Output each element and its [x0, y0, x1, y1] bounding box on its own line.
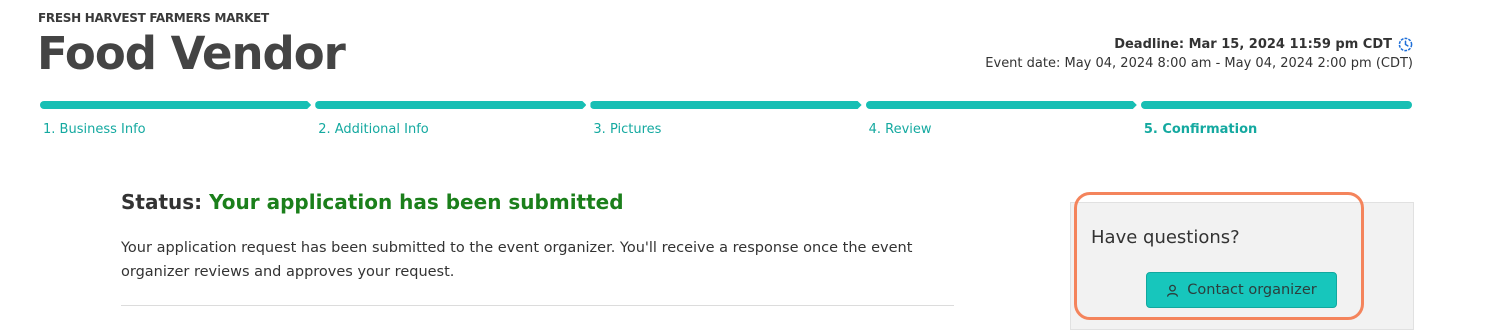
step-label: 5. Confirmation [1143, 122, 1258, 137]
clock-icon [1398, 37, 1413, 52]
status-value: Your application has been submitted [209, 190, 624, 214]
status-heading: Status: Your application has been submit… [121, 190, 624, 214]
application-page: FRESH HARVEST FARMERS MARKET Food Vendor… [0, 0, 1498, 330]
step-review[interactable]: 4. Review [866, 101, 1137, 141]
step-label: 1. Business Info [43, 122, 146, 137]
help-title: Have questions? [1091, 227, 1240, 248]
deadline-row: Deadline: Mar 15, 2024 11:59 pm CDT [985, 34, 1413, 54]
status-prefix: Status: [121, 190, 203, 214]
step-label: 4. Review [868, 122, 932, 137]
step-progress-bar [590, 101, 861, 109]
deadline-text: Deadline: Mar 15, 2024 11:59 pm CDT [1114, 36, 1392, 52]
step-label: 2. Additional Info [318, 122, 429, 137]
contact-organizer-label: Contact organizer [1187, 282, 1317, 298]
divider [121, 305, 954, 306]
event-dates: Deadline: Mar 15, 2024 11:59 pm CDT Even… [985, 34, 1413, 74]
step-additional-info[interactable]: 2. Additional Info [315, 101, 586, 141]
step-pictures[interactable]: 3. Pictures [590, 101, 861, 141]
step-confirmation[interactable]: 5. Confirmation [1140, 101, 1413, 141]
step-progress-bar [866, 101, 1137, 109]
organization-name: FRESH HARVEST FARMERS MARKET [38, 11, 269, 25]
progress-steps: 1. Business Info 2. Additional Info 3. P… [40, 101, 1413, 141]
step-business-info[interactable]: 1. Business Info [40, 101, 311, 141]
step-progress-bar [40, 101, 311, 109]
page-title: Food Vendor [37, 27, 346, 80]
contact-organizer-button[interactable]: Contact organizer [1146, 272, 1337, 308]
status-description: Your application request has been submit… [121, 240, 913, 280]
step-progress-bar [1140, 101, 1413, 109]
step-label: 3. Pictures [593, 122, 662, 137]
event-date-text: Event date: May 04, 2024 8:00 am - May 0… [985, 56, 1413, 71]
step-progress-bar [315, 101, 586, 109]
user-icon [1166, 284, 1179, 297]
